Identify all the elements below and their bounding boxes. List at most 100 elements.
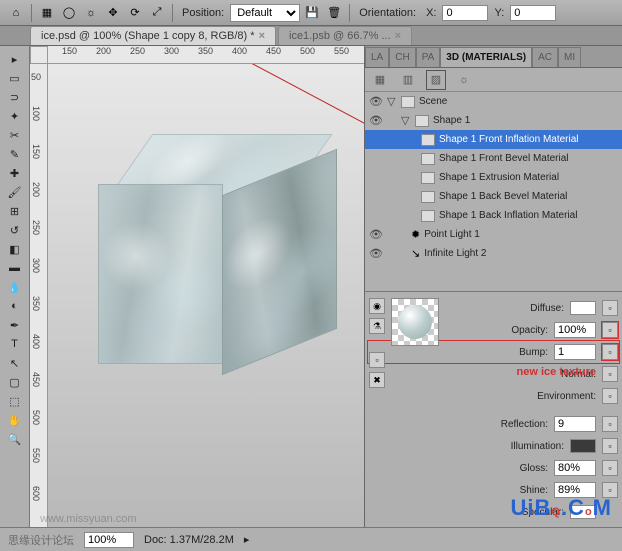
- pen-tool[interactable]: ✒: [4, 316, 26, 334]
- blur-tool[interactable]: 💧: [4, 278, 26, 296]
- sphere-icon[interactable]: ◯: [59, 3, 79, 23]
- tree-root[interactable]: 👁 ▽ Scene: [365, 92, 622, 111]
- dodge-tool[interactable]: ◐: [4, 297, 26, 315]
- collapse-icon[interactable]: ▽: [401, 114, 411, 127]
- move-tool[interactable]: ▸: [4, 50, 26, 68]
- visibility-icon[interactable]: 👁: [369, 95, 383, 109]
- heal-tool[interactable]: ✚: [4, 164, 26, 182]
- 3d-tool[interactable]: ⬚: [4, 392, 26, 410]
- doc-tab-active[interactable]: ice.psd @ 100% (Shape 1 copy 8, RGB/8) *…: [30, 26, 276, 45]
- history-tool[interactable]: ↺: [4, 221, 26, 239]
- tree-item-material[interactable]: Shape 1 Front Bevel Material: [365, 149, 622, 168]
- diffuse-texture-button[interactable]: ▫: [602, 300, 618, 316]
- material-icon: [421, 134, 435, 146]
- crop-tool[interactable]: ✂: [4, 126, 26, 144]
- opacity-texture-button[interactable]: ▫: [602, 322, 618, 338]
- gloss-input[interactable]: [554, 460, 596, 476]
- filter-mesh-icon[interactable]: ▥: [399, 71, 417, 89]
- filter-material-icon[interactable]: ▨: [427, 71, 445, 89]
- tab-ch[interactable]: CH: [389, 47, 415, 67]
- type-tool[interactable]: T: [4, 335, 26, 353]
- gloss-label: Gloss:: [520, 463, 548, 474]
- stamp-tool[interactable]: ⊞: [4, 202, 26, 220]
- x-input[interactable]: [442, 5, 488, 21]
- visibility-icon[interactable]: 👁: [369, 228, 383, 242]
- bump-label: Bump:: [519, 347, 548, 358]
- visibility-icon[interactable]: [369, 133, 383, 147]
- visibility-icon[interactable]: [369, 209, 383, 223]
- brush-tool[interactable]: 🖌: [4, 183, 26, 201]
- environment-texture-button[interactable]: ▫: [602, 388, 618, 404]
- tree-item-material[interactable]: Shape 1 Back Bevel Material: [365, 187, 622, 206]
- tree-item-light[interactable]: 👁 ↘ Infinite Light 2: [365, 244, 622, 263]
- eraser-tool[interactable]: ◧: [4, 240, 26, 258]
- tree-item-material[interactable]: Shape 1 Back Inflation Material: [365, 206, 622, 225]
- scale-icon[interactable]: ⤢: [147, 3, 167, 23]
- gradient-tool[interactable]: ▬: [4, 259, 26, 277]
- filter-light-icon[interactable]: ☼: [455, 71, 473, 89]
- close-icon[interactable]: ×: [395, 30, 401, 42]
- reflection-texture-button[interactable]: ▫: [602, 416, 618, 432]
- material-properties: ◉ ⚗ ▫ ✖ Diffuse: ▫ Opacity: ▫ Bump: ▫: [365, 292, 622, 527]
- material-icon: [421, 153, 435, 165]
- rotate-icon[interactable]: ⟳: [125, 3, 145, 23]
- new-material-icon[interactable]: ▫: [369, 352, 385, 368]
- diffuse-swatch[interactable]: [570, 301, 596, 315]
- home-icon[interactable]: ⌂: [6, 3, 26, 23]
- environment-label: Environment:: [537, 391, 596, 402]
- zoom-input[interactable]: [84, 532, 134, 548]
- position-select[interactable]: Default: [230, 4, 300, 22]
- lasso-tool[interactable]: ⊃: [4, 88, 26, 106]
- marquee-tool[interactable]: ▭: [4, 69, 26, 87]
- path-tool[interactable]: ↖: [4, 354, 26, 372]
- tab-la[interactable]: LA: [365, 47, 389, 67]
- reflection-input[interactable]: [554, 416, 596, 432]
- doc-info-chevron-icon[interactable]: ▸: [244, 533, 250, 546]
- shape-tool[interactable]: ▢: [4, 373, 26, 391]
- tree-item-material[interactable]: Shape 1 Extrusion Material: [365, 168, 622, 187]
- material-icon: [421, 172, 435, 184]
- material-drop-icon[interactable]: ⚗: [369, 318, 385, 334]
- save-icon[interactable]: 💾: [302, 3, 322, 23]
- y-input[interactable]: [510, 5, 556, 21]
- diffuse-label: Diffuse:: [530, 303, 564, 314]
- tab-pa[interactable]: PA: [416, 47, 441, 67]
- visibility-icon[interactable]: [369, 152, 383, 166]
- visibility-icon[interactable]: 👁: [369, 247, 383, 261]
- bump-input[interactable]: [554, 344, 596, 360]
- ruler-horizontal: 150 200 250 300 350 400 450 500 550 600: [48, 46, 364, 64]
- tree-item-material[interactable]: Shape 1 Front Inflation Material: [365, 130, 622, 149]
- material-picker-icon[interactable]: ◉: [369, 298, 385, 314]
- illumination-swatch[interactable]: [570, 439, 596, 453]
- close-icon[interactable]: ×: [259, 30, 265, 42]
- gloss-texture-button[interactable]: ▫: [602, 460, 618, 476]
- visibility-icon[interactable]: 👁: [369, 114, 383, 128]
- tree-item-shape[interactable]: 👁 ▽ Shape 1: [365, 111, 622, 130]
- tab-mi[interactable]: MI: [558, 47, 581, 67]
- cube-icon[interactable]: ▦: [37, 3, 57, 23]
- material-preview[interactable]: [391, 298, 439, 346]
- trash-icon[interactable]: 🗑: [324, 3, 344, 23]
- tab-ac[interactable]: AC: [532, 47, 558, 67]
- move-icon[interactable]: ✥: [103, 3, 123, 23]
- filter-scene-icon[interactable]: ▦: [371, 71, 389, 89]
- visibility-icon[interactable]: [369, 190, 383, 204]
- visibility-icon[interactable]: [369, 171, 383, 185]
- canvas[interactable]: [48, 64, 364, 527]
- doc-tab-inactive[interactable]: ice1.psb @ 66.7% ... ×: [278, 26, 412, 45]
- zoom-tool[interactable]: 🔍: [4, 430, 26, 448]
- bump-texture-button[interactable]: ▫: [602, 344, 618, 360]
- delete-material-icon[interactable]: ✖: [369, 372, 385, 388]
- tree-item-light[interactable]: 👁 ✹ Point Light 1: [365, 225, 622, 244]
- illumination-texture-button[interactable]: ▫: [602, 438, 618, 454]
- light-icon[interactable]: ☼: [81, 3, 101, 23]
- wand-tool[interactable]: ✦: [4, 107, 26, 125]
- tab-3d-materials[interactable]: 3D (MATERIALS): [440, 47, 532, 67]
- hand-tool[interactable]: ✋: [4, 411, 26, 429]
- normal-texture-button[interactable]: ▫: [602, 366, 618, 382]
- opacity-input[interactable]: [554, 322, 596, 338]
- collapse-icon[interactable]: ▽: [387, 95, 397, 108]
- eyedropper-tool[interactable]: ✎: [4, 145, 26, 163]
- position-label: Position:: [182, 7, 224, 19]
- y-label: Y:: [494, 7, 504, 19]
